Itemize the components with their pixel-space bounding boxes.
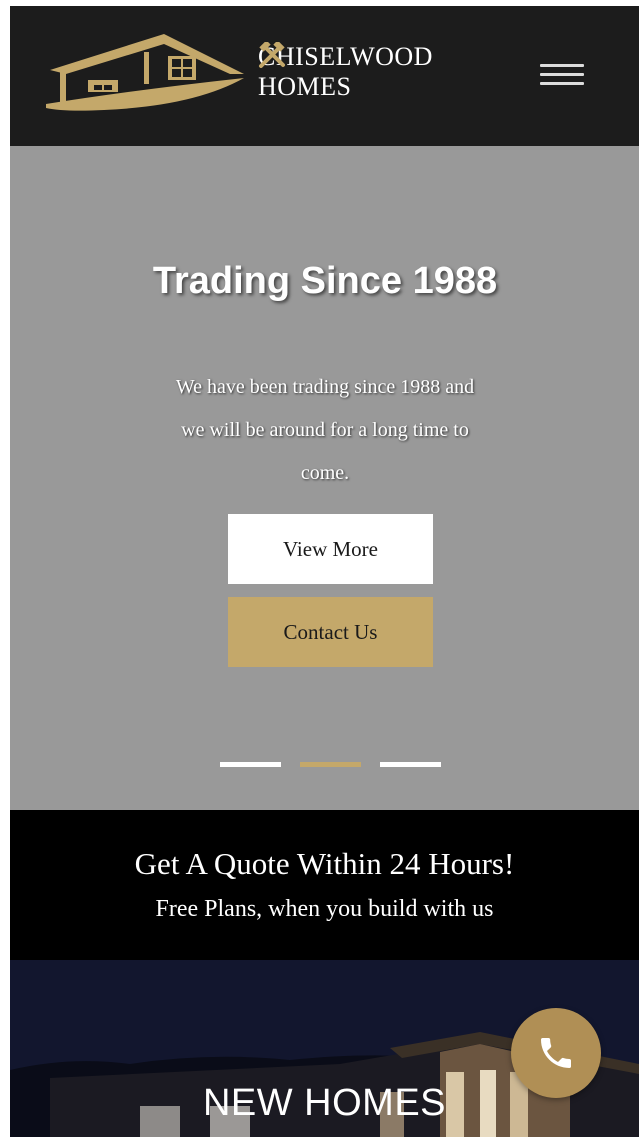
house-logo-icon	[46, 34, 244, 111]
hero-slider: Trading Since 1988 We have been trading …	[10, 146, 639, 810]
contact-us-button[interactable]: Contact Us	[228, 597, 433, 667]
view-more-button[interactable]: View More	[228, 514, 433, 584]
call-button[interactable]	[511, 1008, 601, 1098]
hero-title: Trading Since 1988	[152, 260, 498, 302]
quote-subtitle: Free Plans, when you build with us	[155, 896, 494, 922]
brand-line-2: HOMES	[258, 72, 352, 101]
quote-title: Get A Quote Within 24 Hours!	[134, 846, 515, 881]
crossed-hammers-icon	[259, 42, 285, 68]
brand-name: CHISELWOOD HOMES	[258, 42, 433, 102]
slider-pagination	[220, 762, 442, 768]
site-header: CHISELWOOD HOMES	[10, 6, 639, 146]
slide-dot-3[interactable]	[380, 762, 441, 767]
hero-text: We have been trading since 1988 and we w…	[175, 376, 475, 484]
slide-dot-1[interactable]	[220, 762, 281, 767]
logo[interactable]: CHISELWOOD HOMES	[44, 30, 444, 120]
slide-dot-2[interactable]	[300, 762, 361, 767]
page: CHISELWOOD HOMES Trading Since 1988 We h…	[10, 6, 639, 1137]
hamburger-menu-icon[interactable]	[540, 64, 584, 90]
quote-banner: Get A Quote Within 24 Hours! Free Plans,…	[10, 810, 639, 960]
phone-icon	[541, 1038, 571, 1068]
